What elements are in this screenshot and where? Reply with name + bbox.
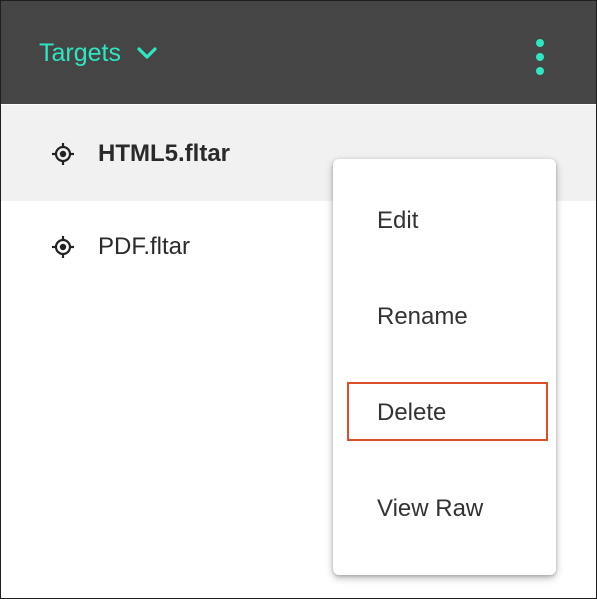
target-icon (52, 236, 74, 258)
target-icon (52, 143, 74, 165)
target-label: HTML5.fltar (98, 140, 230, 167)
targets-panel: Targets HTML5.fltar PDF.fltar Edit Renam… (0, 0, 597, 599)
kebab-dot (536, 53, 544, 61)
panel-header: Targets (1, 1, 596, 104)
menu-item-label: Rename (377, 303, 468, 330)
menu-item-label: View Raw (377, 495, 484, 522)
kebab-dot (536, 39, 544, 47)
chevron-down-icon (137, 47, 157, 59)
menu-item-edit[interactable]: Edit (333, 173, 556, 269)
menu-item-delete[interactable]: Delete (333, 365, 556, 461)
targets-dropdown-label: Targets (39, 38, 121, 67)
menu-item-rename[interactable]: Rename (333, 269, 556, 365)
target-label: PDF.fltar (98, 233, 191, 260)
more-vertical-icon[interactable] (535, 39, 545, 75)
menu-item-label: Delete (377, 399, 447, 426)
menu-item-label: Edit (377, 207, 419, 234)
context-menu: Edit Rename Delete View Raw (333, 159, 556, 575)
kebab-dot (536, 67, 544, 75)
menu-item-view-raw[interactable]: View Raw (333, 461, 556, 557)
targets-dropdown[interactable]: Targets (39, 33, 159, 73)
